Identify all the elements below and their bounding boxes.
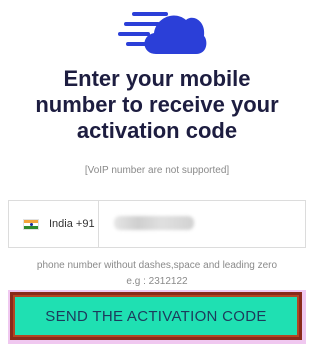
voip-note: [VoIP number are not supported]	[84, 165, 230, 176]
phone-format-hint: phone number without dashes,space and le…	[0, 258, 314, 290]
phone-format-example: e.g : 2312122	[126, 276, 188, 287]
phone-row: India +91	[8, 200, 306, 250]
cloud-logo-icon	[112, 6, 208, 60]
page-title-line-3: activation code	[76, 118, 238, 143]
page-title-line-2: number to receive your	[35, 92, 279, 117]
india-flag-icon	[23, 218, 39, 230]
send-button-container: SEND THE ACTIVATION CODE	[8, 290, 306, 344]
phone-format-hint-line-1: phone number without dashes,space and le…	[36, 260, 278, 271]
page-title-line-1: Enter your mobile	[63, 66, 251, 91]
country-code-label: India +91	[49, 218, 95, 230]
country-code-select[interactable]: India +91	[8, 200, 98, 248]
page-title: Enter your mobile number to receive your…	[0, 66, 314, 144]
phone-number-input[interactable]	[98, 200, 306, 248]
send-activation-code-button[interactable]: SEND THE ACTIVATION CODE	[10, 292, 302, 340]
